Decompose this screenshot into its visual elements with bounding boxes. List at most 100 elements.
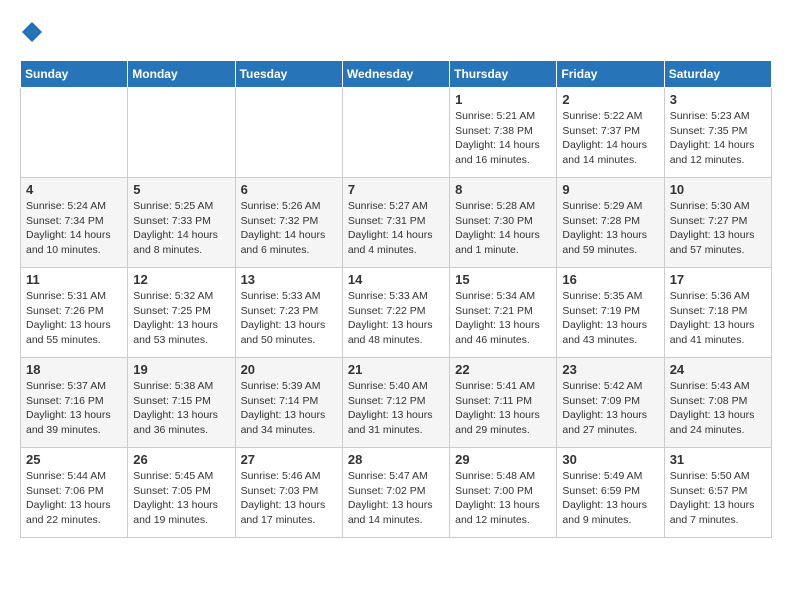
page-header: [20, 20, 772, 44]
day-info: Sunrise: 5:33 AMSunset: 7:23 PMDaylight:…: [241, 289, 337, 348]
calendar-cell: 18 Sunrise: 5:37 AMSunset: 7:16 PMDayligh…: [21, 358, 128, 448]
calendar-week-row: 1Sunrise: 5:21 AMSunset: 7:38 PMDaylight…: [21, 88, 772, 178]
day-number: 25: [26, 452, 122, 467]
day-number: 28: [348, 452, 444, 467]
day-number: 23: [562, 362, 658, 377]
day-number: 2: [562, 92, 658, 107]
day-number: 3: [670, 92, 766, 107]
day-number: 26: [133, 452, 229, 467]
day-info: Sunrise: 5:25 AMSunset: 7:33 PMDaylight:…: [133, 199, 229, 258]
calendar-cell: [128, 88, 235, 178]
day-info: Sunrise: 5:49 AMSunset: 6:59 PMDaylight:…: [562, 469, 658, 528]
day-info: Sunrise: 5:37 AMSunset: 7:16 PMDaylight:…: [26, 379, 122, 438]
day-info: Sunrise: 5:34 AMSunset: 7:21 PMDaylight:…: [455, 289, 551, 348]
day-info: Sunrise: 5:26 AMSunset: 7:32 PMDaylight:…: [241, 199, 337, 258]
day-number: 31: [670, 452, 766, 467]
calendar-cell: 6 Sunrise: 5:26 AMSunset: 7:32 PMDaylight…: [235, 178, 342, 268]
day-number: 22: [455, 362, 551, 377]
day-number: 8: [455, 182, 551, 197]
calendar-cell: 28 Sunrise: 5:47 AMSunset: 7:02 PMDayligh…: [342, 448, 449, 538]
calendar-cell: 10 Sunrise: 5:30 AMSunset: 7:27 PMDayligh…: [664, 178, 771, 268]
calendar-cell: 4 Sunrise: 5:24 AMSunset: 7:34 PMDaylight…: [21, 178, 128, 268]
day-number: 4: [26, 182, 122, 197]
day-number: 12: [133, 272, 229, 287]
day-info: Sunrise: 5:42 AMSunset: 7:09 PMDaylight:…: [562, 379, 658, 438]
day-number: 30: [562, 452, 658, 467]
day-info: Sunrise: 5:43 AMSunset: 7:08 PMDaylight:…: [670, 379, 766, 438]
calendar-cell: 17 Sunrise: 5:36 AMSunset: 7:18 PMDayligh…: [664, 268, 771, 358]
day-number: 7: [348, 182, 444, 197]
day-info: Sunrise: 5:28 AMSunset: 7:30 PMDaylight:…: [455, 199, 551, 258]
day-info: Sunrise: 5:33 AMSunset: 7:22 PMDaylight:…: [348, 289, 444, 348]
day-info: Sunrise: 5:46 AMSunset: 7:03 PMDaylight:…: [241, 469, 337, 528]
calendar-cell: 25 Sunrise: 5:44 AMSunset: 7:06 PMDayligh…: [21, 448, 128, 538]
column-header-wednesday: Wednesday: [342, 61, 449, 88]
day-number: 29: [455, 452, 551, 467]
day-number: 20: [241, 362, 337, 377]
day-info: Sunrise: 5:23 AMSunset: 7:35 PMDaylight:…: [670, 109, 766, 168]
day-number: 27: [241, 452, 337, 467]
calendar-cell: 9 Sunrise: 5:29 AMSunset: 7:28 PMDaylight…: [557, 178, 664, 268]
day-info: Sunrise: 5:27 AMSunset: 7:31 PMDaylight:…: [348, 199, 444, 258]
calendar-cell: 8 Sunrise: 5:28 AMSunset: 7:30 PMDaylight…: [450, 178, 557, 268]
day-number: 17: [670, 272, 766, 287]
calendar-cell: [235, 88, 342, 178]
calendar-cell: 5 Sunrise: 5:25 AMSunset: 7:33 PMDaylight…: [128, 178, 235, 268]
calendar-cell: 29 Sunrise: 5:48 AMSunset: 7:00 PMDayligh…: [450, 448, 557, 538]
calendar-cell: 1Sunrise: 5:21 AMSunset: 7:38 PMDaylight…: [450, 88, 557, 178]
calendar-cell: [21, 88, 128, 178]
day-number: 16: [562, 272, 658, 287]
day-number: 21: [348, 362, 444, 377]
day-info: Sunrise: 5:50 AMSunset: 6:57 PMDaylight:…: [670, 469, 766, 528]
calendar-cell: 12 Sunrise: 5:32 AMSunset: 7:25 PMDayligh…: [128, 268, 235, 358]
logo-icon: [20, 20, 44, 44]
day-info: Sunrise: 5:47 AMSunset: 7:02 PMDaylight:…: [348, 469, 444, 528]
calendar-week-row: 25 Sunrise: 5:44 AMSunset: 7:06 PMDayligh…: [21, 448, 772, 538]
calendar-cell: 19Sunrise: 5:38 AMSunset: 7:15 PMDayligh…: [128, 358, 235, 448]
column-header-friday: Friday: [557, 61, 664, 88]
column-header-monday: Monday: [128, 61, 235, 88]
calendar-cell: 24Sunrise: 5:43 AMSunset: 7:08 PMDayligh…: [664, 358, 771, 448]
day-info: Sunrise: 5:35 AMSunset: 7:19 PMDaylight:…: [562, 289, 658, 348]
day-info: Sunrise: 5:32 AMSunset: 7:25 PMDaylight:…: [133, 289, 229, 348]
day-info: Sunrise: 5:44 AMSunset: 7:06 PMDaylight:…: [26, 469, 122, 528]
calendar-table: SundayMondayTuesdayWednesdayThursdayFrid…: [20, 60, 772, 538]
calendar-cell: 30 Sunrise: 5:49 AMSunset: 6:59 PMDayligh…: [557, 448, 664, 538]
day-number: 18: [26, 362, 122, 377]
day-info: Sunrise: 5:29 AMSunset: 7:28 PMDaylight:…: [562, 199, 658, 258]
day-number: 9: [562, 182, 658, 197]
calendar-cell: 3 Sunrise: 5:23 AMSunset: 7:35 PMDaylight…: [664, 88, 771, 178]
column-header-tuesday: Tuesday: [235, 61, 342, 88]
calendar-cell: [342, 88, 449, 178]
day-info: Sunrise: 5:36 AMSunset: 7:18 PMDaylight:…: [670, 289, 766, 348]
day-info: Sunrise: 5:48 AMSunset: 7:00 PMDaylight:…: [455, 469, 551, 528]
calendar-cell: 31 Sunrise: 5:50 AMSunset: 6:57 PMDayligh…: [664, 448, 771, 538]
day-info: Sunrise: 5:45 AMSunset: 7:05 PMDaylight:…: [133, 469, 229, 528]
calendar-header-row: SundayMondayTuesdayWednesdayThursdayFrid…: [21, 61, 772, 88]
day-info: Sunrise: 5:31 AMSunset: 7:26 PMDaylight:…: [26, 289, 122, 348]
day-number: 6: [241, 182, 337, 197]
day-number: 10: [670, 182, 766, 197]
column-header-saturday: Saturday: [664, 61, 771, 88]
day-info: Sunrise: 5:41 AMSunset: 7:11 PMDaylight:…: [455, 379, 551, 438]
calendar-cell: 20Sunrise: 5:39 AMSunset: 7:14 PMDayligh…: [235, 358, 342, 448]
calendar-cell: 7 Sunrise: 5:27 AMSunset: 7:31 PMDaylight…: [342, 178, 449, 268]
day-number: 5: [133, 182, 229, 197]
column-header-thursday: Thursday: [450, 61, 557, 88]
day-info: Sunrise: 5:38 AMSunset: 7:15 PMDaylight:…: [133, 379, 229, 438]
calendar-cell: 27 Sunrise: 5:46 AMSunset: 7:03 PMDayligh…: [235, 448, 342, 538]
calendar-week-row: 11Sunrise: 5:31 AMSunset: 7:26 PMDayligh…: [21, 268, 772, 358]
calendar-cell: 22 Sunrise: 5:41 AMSunset: 7:11 PMDayligh…: [450, 358, 557, 448]
day-number: 13: [241, 272, 337, 287]
column-header-sunday: Sunday: [21, 61, 128, 88]
calendar-cell: 13 Sunrise: 5:33 AMSunset: 7:23 PMDayligh…: [235, 268, 342, 358]
calendar-cell: 23 Sunrise: 5:42 AMSunset: 7:09 PMDayligh…: [557, 358, 664, 448]
day-number: 15: [455, 272, 551, 287]
calendar-cell: 11Sunrise: 5:31 AMSunset: 7:26 PMDayligh…: [21, 268, 128, 358]
calendar-cell: 16 Sunrise: 5:35 AMSunset: 7:19 PMDayligh…: [557, 268, 664, 358]
logo: [20, 20, 48, 44]
day-info: Sunrise: 5:30 AMSunset: 7:27 PMDaylight:…: [670, 199, 766, 258]
day-info: Sunrise: 5:21 AMSunset: 7:38 PMDaylight:…: [455, 109, 551, 168]
day-info: Sunrise: 5:24 AMSunset: 7:34 PMDaylight:…: [26, 199, 122, 258]
calendar-cell: 21Sunrise: 5:40 AMSunset: 7:12 PMDayligh…: [342, 358, 449, 448]
